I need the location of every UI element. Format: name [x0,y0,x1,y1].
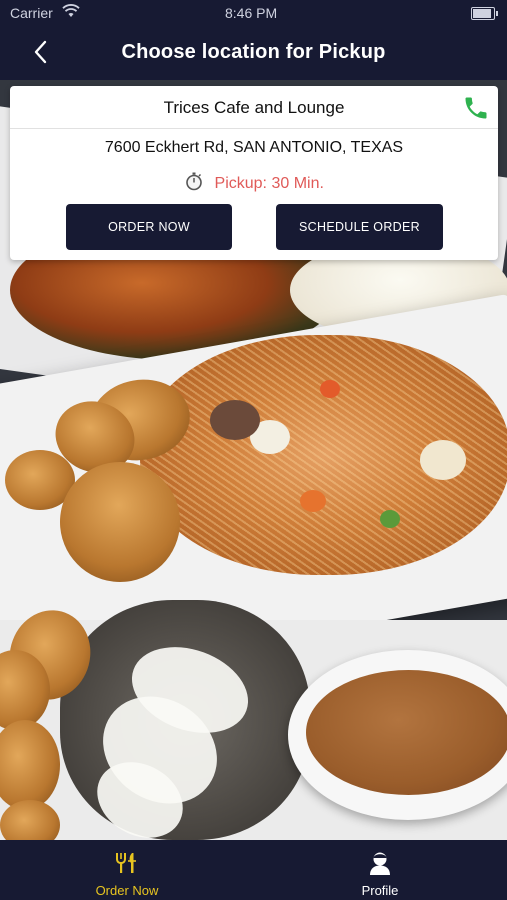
page-title: Choose location for Pickup [121,41,386,63]
tab-bar: Order Now Profile [0,840,507,900]
restaurant-address: 7600 Eckhert Rd, SAN ANTONIO, TEXAS [104,139,404,156]
user-icon [367,850,393,881]
phone-icon[interactable] [462,94,490,122]
pickup-time-label: Pickup: 30 Min. [214,175,324,192]
wifi-icon [62,4,80,21]
order-now-button[interactable]: ORDER NOW [66,204,232,250]
location-card: Trices Cafe and Lounge 7600 Eckhert Rd, … [10,86,498,260]
schedule-order-button[interactable]: SCHEDULE ORDER [276,204,443,250]
restaurant-name: Trices Cafe and Lounge [163,98,345,117]
tab-profile-label: Profile [361,883,399,898]
tab-order-now[interactable]: Order Now [0,840,254,900]
carrier-label: Carrier [10,5,53,21]
battery-icon [471,7,498,20]
nav-bar: Choose location for Pickup [0,26,507,80]
pickup-time-row: Pickup: 30 Min. [10,171,498,196]
tab-order-now-label: Order Now [95,883,159,898]
tab-profile[interactable]: Profile [253,840,507,900]
stopwatch-icon [184,171,204,196]
status-bar: Carrier 8:46 PM [0,0,507,26]
fork-knife-icon [114,850,140,881]
status-time: 8:46 PM [225,5,278,21]
location-card-header: Trices Cafe and Lounge [10,86,498,129]
